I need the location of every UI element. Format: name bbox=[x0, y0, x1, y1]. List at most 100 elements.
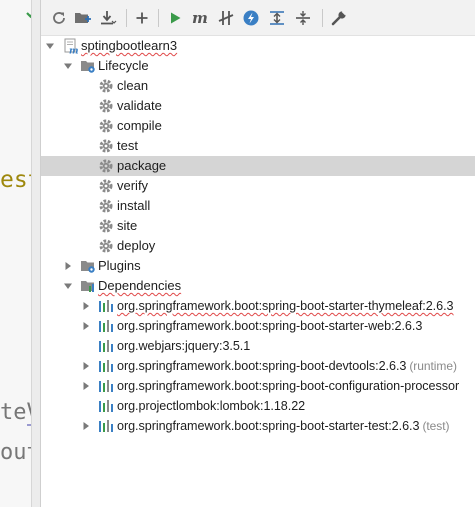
dependency-item[interactable]: org.springframework.boot:spring-boot-dev… bbox=[41, 356, 475, 376]
dependency-coords: org.springframework.boot:spring-boot-dev… bbox=[117, 359, 407, 373]
gear-icon bbox=[99, 219, 113, 233]
show-dependencies-icon bbox=[270, 11, 284, 25]
add-button[interactable] bbox=[132, 8, 152, 28]
add-project-button[interactable] bbox=[73, 8, 93, 28]
toolbar-separator bbox=[322, 9, 323, 27]
collapsed-arrow-icon[interactable] bbox=[63, 261, 73, 271]
plugins-folder-icon bbox=[81, 261, 95, 273]
lifecycle-goal-deploy[interactable]: deploy bbox=[41, 236, 475, 256]
maven-toolbar: m bbox=[41, 0, 475, 36]
dependency-label: org.springframework.boot:spring-boot-con… bbox=[117, 379, 460, 393]
lifecycle-goal-install[interactable]: install bbox=[41, 196, 475, 216]
gear-icon bbox=[99, 139, 113, 153]
dependency-item[interactable]: org.springframework.boot:spring-boot-sta… bbox=[41, 296, 475, 316]
show-dependencies-button[interactable] bbox=[267, 8, 287, 28]
goal-label: deploy bbox=[117, 238, 156, 253]
dependency-item[interactable]: org.springframework.boot:spring-boot-sta… bbox=[41, 316, 475, 336]
maven-settings-button[interactable] bbox=[329, 8, 349, 28]
dependency-label: org.webjars:jquery:3.5.1 bbox=[117, 339, 251, 353]
code-fragment: oute bbox=[0, 440, 31, 465]
tree-node-project[interactable]: m sptingbootlearn3 bbox=[41, 36, 475, 56]
dependencies-folder-icon bbox=[81, 281, 94, 292]
tree-node-dependencies[interactable]: Dependencies bbox=[41, 276, 475, 296]
library-icon bbox=[99, 360, 113, 372]
collapsed-arrow-icon[interactable] bbox=[81, 361, 91, 371]
goal-label: validate bbox=[117, 98, 162, 113]
plus-icon bbox=[136, 12, 148, 24]
lifecycle-goal-verify[interactable]: verify bbox=[41, 176, 475, 196]
settings-wrench-icon bbox=[331, 10, 347, 26]
dependency-label: org.springframework.boot:spring-boot-sta… bbox=[117, 417, 450, 435]
lifecycle-goal-test[interactable]: test bbox=[41, 136, 475, 156]
lifecycle-goal-package[interactable]: package bbox=[41, 156, 475, 176]
tree-node-lifecycle[interactable]: Lifecycle bbox=[41, 56, 475, 76]
collapsed-arrow-icon[interactable] bbox=[81, 381, 91, 391]
reimport-button[interactable] bbox=[49, 8, 69, 28]
lifecycle-label: Lifecycle bbox=[98, 58, 149, 73]
expand-arrow-icon[interactable] bbox=[63, 281, 73, 291]
dependency-label: org.projectlombok:lombok:1.18.22 bbox=[117, 399, 306, 413]
dependency-scope: (test) bbox=[422, 419, 450, 433]
lifecycle-goal-site[interactable]: site bbox=[41, 216, 475, 236]
dependency-label: org.springframework.boot:spring-boot-sta… bbox=[117, 319, 423, 333]
skip-tests-icon bbox=[243, 10, 259, 26]
collapsed-arrow-icon[interactable] bbox=[81, 301, 91, 311]
tree-node-plugins[interactable]: Plugins bbox=[41, 256, 475, 276]
expand-arrow-icon[interactable] bbox=[63, 61, 73, 71]
download-icon bbox=[101, 11, 117, 25]
svg-text:m: m bbox=[69, 47, 79, 55]
goal-label: install bbox=[117, 198, 151, 213]
skip-tests-button[interactable] bbox=[241, 8, 261, 28]
gear-icon bbox=[99, 239, 113, 253]
library-icon bbox=[99, 300, 113, 312]
gear-icon bbox=[99, 119, 113, 133]
goal-label: test bbox=[117, 138, 138, 153]
dependency-item[interactable]: org.springframework.boot:spring-boot-con… bbox=[41, 376, 475, 396]
reimport-icon bbox=[53, 12, 65, 24]
expand-arrow-icon[interactable] bbox=[45, 41, 55, 51]
dependency-item[interactable]: org.webjars:jquery:3.5.1 bbox=[41, 336, 475, 356]
lifecycle-goal-validate[interactable]: validate bbox=[41, 96, 475, 116]
library-icon bbox=[99, 340, 113, 352]
dependency-coords: org.springframework.boot:spring-boot-sta… bbox=[117, 419, 420, 433]
dependency-item[interactable]: org.springframework.boot:spring-boot-sta… bbox=[41, 416, 475, 436]
dependency-scope: (runtime) bbox=[409, 359, 457, 373]
toolbar-separator bbox=[126, 9, 127, 27]
goal-label: clean bbox=[117, 78, 149, 93]
library-icon bbox=[99, 320, 113, 332]
plugins-label: Plugins bbox=[98, 258, 141, 273]
lifecycle-folder-icon bbox=[81, 61, 95, 73]
toggle-offline-button[interactable] bbox=[216, 8, 236, 28]
maven-project-tree: m sptingbootlearn3 Lifecycle clean valid… bbox=[41, 36, 475, 507]
collapse-all-button[interactable] bbox=[293, 8, 313, 28]
run-icon bbox=[171, 12, 181, 24]
collapse-all-icon bbox=[296, 11, 310, 25]
collapsed-arrow-icon[interactable] bbox=[81, 421, 91, 431]
lifecycle-goal-clean[interactable]: clean bbox=[41, 76, 475, 96]
project-name: sptingbootlearn3 bbox=[81, 38, 178, 53]
svg-text:m: m bbox=[192, 10, 208, 26]
library-icon bbox=[99, 380, 113, 392]
toggle-offline-icon bbox=[218, 11, 234, 25]
lifecycle-goal-compile[interactable]: compile bbox=[41, 116, 475, 136]
ide-window: est teVa oute bbox=[0, 0, 475, 507]
code-fragment: teVa bbox=[0, 400, 31, 425]
code-editor-strip[interactable]: est teVa oute bbox=[0, 0, 31, 507]
execute-goal-button[interactable]: m bbox=[190, 8, 210, 28]
goal-label: package bbox=[117, 158, 167, 173]
maven-project-icon: m bbox=[64, 38, 79, 55]
dependency-label: org.springframework.boot:spring-boot-sta… bbox=[117, 299, 454, 313]
code-fragment: est bbox=[0, 167, 31, 193]
panel-splitter[interactable] bbox=[31, 0, 40, 507]
goal-label: compile bbox=[117, 118, 162, 133]
library-icon bbox=[99, 420, 113, 432]
dependencies-label: Dependencies bbox=[98, 278, 182, 293]
collapsed-arrow-icon[interactable] bbox=[81, 321, 91, 331]
dependency-item[interactable]: org.projectlombok:lombok:1.18.22 bbox=[41, 396, 475, 416]
gear-icon bbox=[99, 199, 113, 213]
maven-panel: m m sptingbootlearn3 Lifecycle clean val… bbox=[40, 0, 475, 507]
run-button[interactable] bbox=[165, 8, 185, 28]
dependency-label: org.springframework.boot:spring-boot-dev… bbox=[117, 357, 457, 375]
download-button[interactable] bbox=[98, 8, 118, 28]
gear-icon bbox=[99, 159, 113, 173]
